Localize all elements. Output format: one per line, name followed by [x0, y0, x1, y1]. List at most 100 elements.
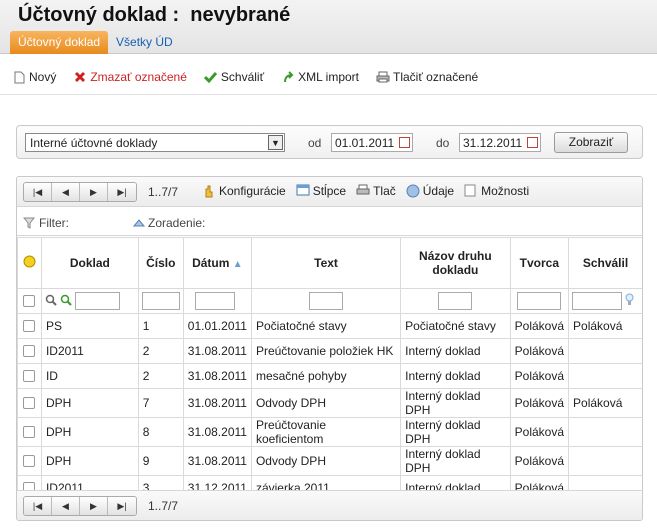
show-button[interactable]: Zobraziť: [554, 132, 628, 153]
cell-cislo: 2: [137, 363, 184, 389]
tab-uctovny-doklad[interactable]: Účtovný doklad: [10, 31, 109, 54]
sort-arrow-icon: [133, 218, 145, 227]
cell-schvalil: Poláková: [568, 388, 642, 418]
documents-grid: |◀ ◀ ▶ ▶| 1..7/7 Konfigurácie Stĺpce Tla…: [16, 176, 643, 521]
options-button[interactable]: Možnosti: [464, 184, 529, 198]
approve-button[interactable]: Schváliť: [204, 70, 264, 84]
document-type-select[interactable]: Interné účtovné doklady ▼: [25, 133, 285, 152]
prev-page-icon[interactable]: ◀: [52, 497, 80, 515]
calendar-icon[interactable]: [399, 137, 410, 148]
config-button[interactable]: Konfigurácie: [202, 184, 286, 198]
column-header-cislo[interactable]: Číslo: [137, 237, 184, 289]
search-clear-icon[interactable]: [60, 294, 72, 309]
cell-datum: 31.08.2011: [182, 446, 252, 476]
grid-tools: Konfigurácie Stĺpce Tlač Údaje Možnosti: [202, 184, 539, 198]
filter-label[interactable]: Filter:: [39, 216, 69, 230]
delete-icon: [73, 70, 87, 84]
action-toolbar: Nový Zmazať označené Schváliť XML import…: [12, 68, 495, 86]
cell-text: Preúčtovanie položiek HK: [250, 338, 402, 364]
delete-marked-button[interactable]: Zmazať označené: [73, 70, 187, 84]
row-checkbox[interactable]: [23, 397, 36, 409]
row-checkbox[interactable]: [23, 370, 36, 382]
cell-tvorca: Poláková: [509, 313, 570, 339]
calendar-icon[interactable]: [527, 137, 538, 148]
cell-doklad: PS: [40, 313, 139, 339]
select-all-checkbox[interactable]: [23, 295, 36, 307]
table-row[interactable]: DPH 8 31.08.2011 Preúčtovanie koeficient…: [17, 417, 642, 447]
print-marked-button[interactable]: Tlačiť označené: [376, 70, 478, 84]
cell-text: Odvody DPH: [250, 446, 402, 476]
table-row[interactable]: PS 1 01.01.2011 Počiatočné stavy Počiato…: [17, 313, 642, 339]
column-header-tvorca[interactable]: Tvorca: [509, 237, 570, 289]
xml-import-button[interactable]: XML import: [281, 70, 359, 84]
tab-vsetky-ud[interactable]: Všetky ÚD: [108, 31, 181, 54]
search-icon[interactable]: [45, 294, 57, 309]
next-page-icon[interactable]: ▶: [80, 497, 108, 515]
new-button[interactable]: Nový: [12, 70, 56, 84]
to-label: do: [436, 136, 450, 150]
table-row[interactable]: DPH 7 31.08.2011 Odvody DPH Interný dokl…: [17, 388, 642, 418]
column-header-nazov[interactable]: Názov druhu dokladu: [400, 237, 511, 289]
table-row[interactable]: ID2011 2 31.08.2011 Preúčtovanie položie…: [17, 338, 642, 364]
filter-panel: Interné účtovné doklady ▼ od 01.01.2011 …: [16, 125, 643, 159]
status-column-header[interactable]: [17, 237, 42, 289]
row-checkbox[interactable]: [23, 426, 36, 438]
columns-button[interactable]: Stĺpce: [296, 184, 346, 198]
filter-input-row: [17, 288, 642, 314]
config-label: Konfigurácie: [219, 184, 286, 198]
last-page-icon[interactable]: ▶|: [108, 497, 136, 515]
cell-cislo: 2: [137, 338, 184, 364]
cell-tvorca: Poláková: [509, 446, 570, 476]
chevron-down-icon[interactable]: ▼: [268, 135, 283, 150]
filter-input-doklad[interactable]: [74, 292, 120, 310]
next-page-icon[interactable]: ▶: [80, 183, 108, 201]
from-date-input[interactable]: 01.01.2011: [331, 133, 413, 152]
approve-label: Schváliť: [220, 70, 265, 84]
filter-input-datum[interactable]: [194, 292, 235, 310]
first-page-icon[interactable]: |◀: [24, 497, 52, 515]
print-button[interactable]: Tlač: [356, 184, 396, 198]
column-header-datum[interactable]: Dátum ▲: [182, 237, 252, 289]
data-button[interactable]: Údaje: [406, 184, 454, 198]
table-row[interactable]: ID 2 31.08.2011 mesačné pohyby Interný d…: [17, 363, 642, 389]
pager-buttons: |◀ ◀ ▶ ▶|: [23, 496, 137, 516]
header-row: Doklad Číslo Dátum ▲ Text Názov druhu do…: [17, 237, 642, 289]
last-page-icon[interactable]: ▶|: [108, 183, 136, 201]
hand-icon: [202, 184, 216, 198]
filter-input-schvalil[interactable]: [572, 292, 623, 310]
column-header-doklad[interactable]: Doklad: [40, 237, 139, 289]
row-checkbox[interactable]: [23, 320, 36, 332]
lightbulb-icon[interactable]: [625, 293, 634, 309]
cell-nazov: Interný doklad: [400, 363, 511, 389]
delete-label: Zmazať označené: [90, 70, 187, 84]
to-date-input[interactable]: 31.12.2011: [459, 133, 541, 152]
cell-tvorca: Poláková: [509, 338, 570, 364]
grid-pager-bottom: |◀ ◀ ▶ ▶| 1..7/7: [17, 490, 642, 520]
printer-icon: [356, 184, 370, 198]
cell-cislo: 9: [137, 446, 184, 476]
cell-schvalil: [568, 446, 642, 476]
filter-input-tvorca[interactable]: [517, 292, 562, 310]
filter-input-cislo[interactable]: [141, 292, 180, 310]
column-header-schvalil[interactable]: Schválil: [568, 237, 642, 289]
table-row[interactable]: DPH 9 31.08.2011 Odvody DPH Interný dokl…: [17, 446, 642, 476]
cell-doklad: DPH: [40, 388, 139, 418]
record-count: 1..7/7: [148, 185, 179, 199]
first-page-icon[interactable]: |◀: [24, 183, 52, 201]
prev-page-icon[interactable]: ◀: [52, 183, 80, 201]
cell-schvalil: [568, 363, 642, 389]
row-checkbox[interactable]: [23, 455, 36, 467]
datum-label: Dátum: [192, 256, 230, 270]
filter-input-text[interactable]: [309, 292, 344, 310]
row-checkbox[interactable]: [23, 345, 36, 357]
cell-nazov: Interný doklad DPH: [400, 417, 511, 447]
column-header-text[interactable]: Text: [250, 237, 402, 289]
status-dot-icon: [23, 255, 36, 268]
tab-bar: Účtovný doklad Všetky ÚD: [10, 31, 181, 54]
grid-pager-top: |◀ ◀ ▶ ▶| 1..7/7 Konfigurácie Stĺpce Tla…: [17, 177, 642, 207]
page-title: Účtovný doklad : nevybrané: [18, 4, 291, 26]
cell-text: mesačné pohyby: [250, 363, 402, 389]
new-label: Nový: [29, 70, 57, 84]
sort-label[interactable]: Zoradenie:: [148, 216, 205, 230]
filter-input-nazov[interactable]: [438, 292, 473, 310]
